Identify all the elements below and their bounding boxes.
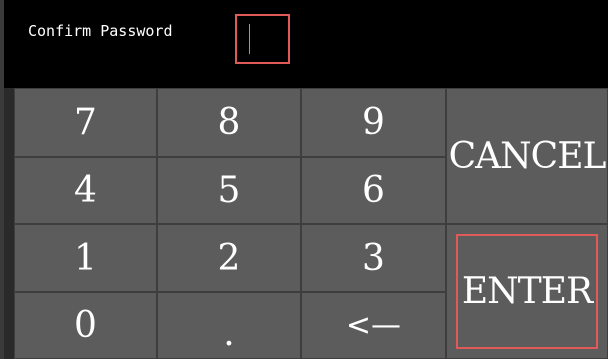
key-decimal-point-label: . [223,313,235,354]
key-decimal-point[interactable]: . [157,292,301,359]
password-keypad-window: Confirm Password 7 8 9 4 5 6 1 2 3 0 . <… [0,0,608,359]
key-8[interactable]: 8 [157,88,301,157]
key-9-label: 9 [362,102,385,143]
key-3-label: 3 [362,237,385,279]
numeric-keypad: 7 8 9 4 5 6 1 2 3 0 . <— CANCEL ENTER [14,88,608,359]
key-5-label: 5 [217,170,241,211]
key-5[interactable]: 5 [157,157,301,224]
enter-button-label: ENTER [461,271,593,312]
cancel-button[interactable]: CANCEL [446,88,608,224]
key-7[interactable]: 7 [14,88,157,157]
key-6[interactable]: 6 [301,157,446,224]
enter-button[interactable]: ENTER [446,224,608,359]
key-7-label: 7 [74,102,97,143]
confirm-password-field[interactable] [235,14,290,64]
cancel-button-label: CANCEL [448,135,607,177]
key-0-label: 0 [74,305,97,346]
password-header: Confirm Password [4,0,608,88]
text-caret [249,24,250,54]
backspace-key[interactable]: <— [301,292,446,359]
key-1[interactable]: 1 [14,224,157,292]
key-4-label: 4 [74,170,97,211]
key-3[interactable]: 3 [301,224,446,292]
key-8-label: 8 [217,102,241,143]
backspace-arrow-icon: <— [345,308,402,343]
key-9[interactable]: 9 [301,88,446,157]
key-0[interactable]: 0 [14,292,157,359]
key-2-label: 2 [217,237,241,279]
confirm-password-label: Confirm Password [28,22,173,40]
key-4[interactable]: 4 [14,157,157,224]
key-6-label: 6 [362,170,385,211]
key-2[interactable]: 2 [157,224,301,292]
key-1-label: 1 [74,237,97,279]
